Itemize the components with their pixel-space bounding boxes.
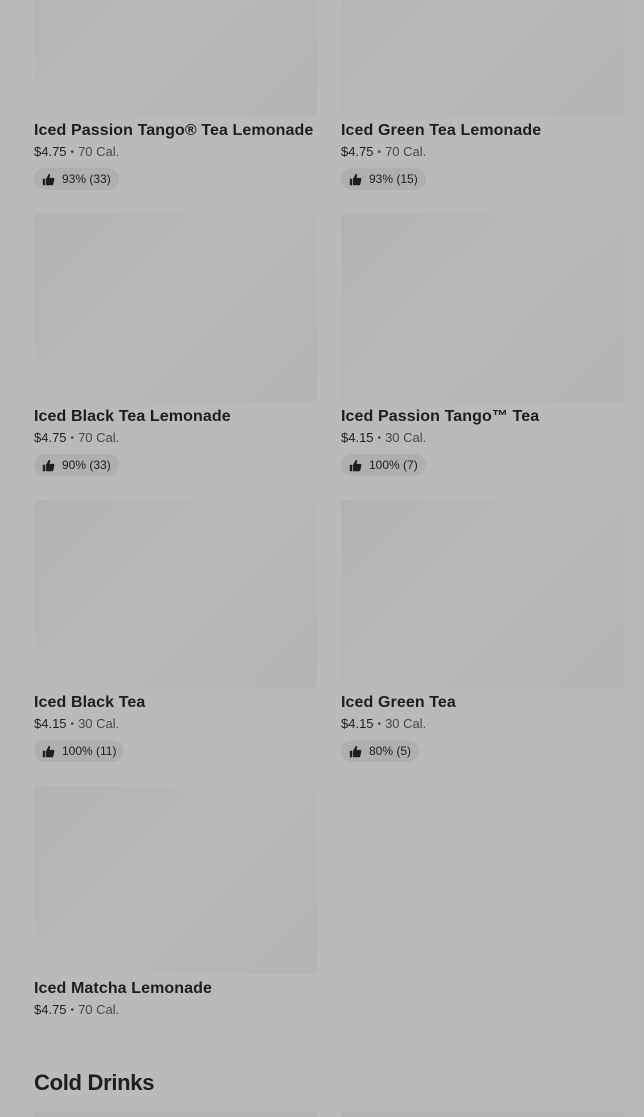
product-meta: $4.15 • 30 Cal. xyxy=(341,716,624,734)
rating-badge: 93% (33) xyxy=(34,168,119,190)
product-card-iced-passion-tango-tea-lemonade[interactable]: Iced Passion Tango® Tea Lemonade $4.75 • 7… xyxy=(34,0,317,214)
rating-badge: 100% (11) xyxy=(34,740,125,762)
separator-dot: • xyxy=(377,719,382,730)
product-calories: 70 Cal. xyxy=(78,430,120,445)
product-price: $4.75 xyxy=(341,144,374,159)
product-image[interactable] xyxy=(34,214,317,402)
thumbs-up-icon xyxy=(349,459,362,471)
product-price: $4.15 xyxy=(341,430,374,445)
product-card-iced-green-tea-lemonade[interactable]: Iced Green Tea Lemonade $4.75 • 70 Cal. 93… xyxy=(341,0,624,214)
rating-text: 80% (5) xyxy=(369,744,412,758)
product-image[interactable] xyxy=(34,500,317,688)
product-calories: 30 Cal. xyxy=(78,716,120,731)
product-meta: $4.75 • 70 Cal. xyxy=(34,430,317,448)
product-image[interactable] xyxy=(341,500,624,688)
product-grid: Iced Passion Tango® Tea Lemonade $4.75 • 7… xyxy=(34,0,624,1072)
product-name: Iced Passion Tango™ Tea xyxy=(341,408,540,425)
rating-text: 100% (11) xyxy=(62,744,117,758)
next-section-product-row xyxy=(34,1112,624,1117)
product-price: $4.75 xyxy=(34,1002,67,1017)
rating-text: 90% (33) xyxy=(62,458,111,472)
product-image[interactable] xyxy=(341,214,624,402)
product-image[interactable] xyxy=(341,0,624,116)
thumbs-up-icon xyxy=(42,745,55,757)
rating-text: 100% (7) xyxy=(369,458,418,472)
product-price: $4.15 xyxy=(34,716,67,731)
product-card-iced-passion-tango-tea[interactable]: Iced Passion Tango™ Tea $4.15 • 30 Cal. 10… xyxy=(341,214,624,500)
product-name: Iced Matcha Lemonade xyxy=(34,980,213,997)
thumbs-up-icon xyxy=(349,173,362,185)
product-price: $4.75 xyxy=(34,430,67,445)
product-calories: 30 Cal. xyxy=(385,716,427,731)
separator-dot: • xyxy=(70,433,75,444)
product-calories: 30 Cal. xyxy=(385,430,427,445)
rating-badge: 80% (5) xyxy=(341,740,420,762)
product-calories: 70 Cal. xyxy=(385,144,427,159)
product-meta: $4.75 • 70 Cal. xyxy=(34,144,317,162)
rating-text: 93% (15) xyxy=(369,172,418,186)
rating-badge: 93% (15) xyxy=(341,168,426,190)
rating-text: 93% (33) xyxy=(62,172,111,186)
separator-dot: • xyxy=(70,1005,75,1016)
product-image[interactable] xyxy=(34,786,317,974)
product-price: $4.75 xyxy=(34,144,67,159)
rating-badge: 90% (33) xyxy=(34,454,119,476)
thumbs-up-icon xyxy=(349,745,362,757)
product-calories: 70 Cal. xyxy=(78,144,120,159)
thumbs-up-icon xyxy=(42,459,55,471)
separator-dot: • xyxy=(70,719,75,730)
product-card-iced-black-tea[interactable]: Iced Black Tea $4.15 • 30 Cal. 100% (11) xyxy=(34,500,317,786)
product-card-iced-matcha-lemonade[interactable]: Iced Matcha Lemonade $4.75 • 70 Cal. xyxy=(34,786,317,1072)
rating-badge: 100% (7) xyxy=(341,454,426,476)
product-image[interactable] xyxy=(341,1112,624,1117)
product-name: Iced Green Tea Lemonade xyxy=(341,122,542,139)
product-name: Iced Black Tea xyxy=(34,694,146,711)
product-price: $4.15 xyxy=(341,716,374,731)
product-meta: $4.75 • 70 Cal. xyxy=(341,144,624,162)
product-meta: $4.15 • 30 Cal. xyxy=(341,430,624,448)
product-card-iced-black-tea-lemonade[interactable]: Iced Black Tea Lemonade $4.75 • 70 Cal. 90… xyxy=(34,214,317,500)
separator-dot: • xyxy=(70,147,75,158)
product-name: Iced Passion Tango® Tea Lemonade xyxy=(34,122,314,139)
product-meta: $4.15 • 30 Cal. xyxy=(34,716,317,734)
product-image[interactable] xyxy=(34,1112,317,1117)
product-name: Iced Black Tea Lemonade xyxy=(34,408,231,425)
separator-dot: • xyxy=(377,147,382,158)
product-name: Iced Green Tea xyxy=(341,694,456,711)
product-image[interactable] xyxy=(34,0,317,116)
product-meta: $4.75 • 70 Cal. xyxy=(34,1002,317,1020)
section-title-cold-drinks: Cold Drinks xyxy=(34,1070,155,1095)
product-card-iced-green-tea[interactable]: Iced Green Tea $4.15 • 30 Cal. 80% (5) xyxy=(341,500,624,786)
thumbs-up-icon xyxy=(42,173,55,185)
product-calories: 70 Cal. xyxy=(78,1002,120,1017)
separator-dot: • xyxy=(377,433,382,444)
